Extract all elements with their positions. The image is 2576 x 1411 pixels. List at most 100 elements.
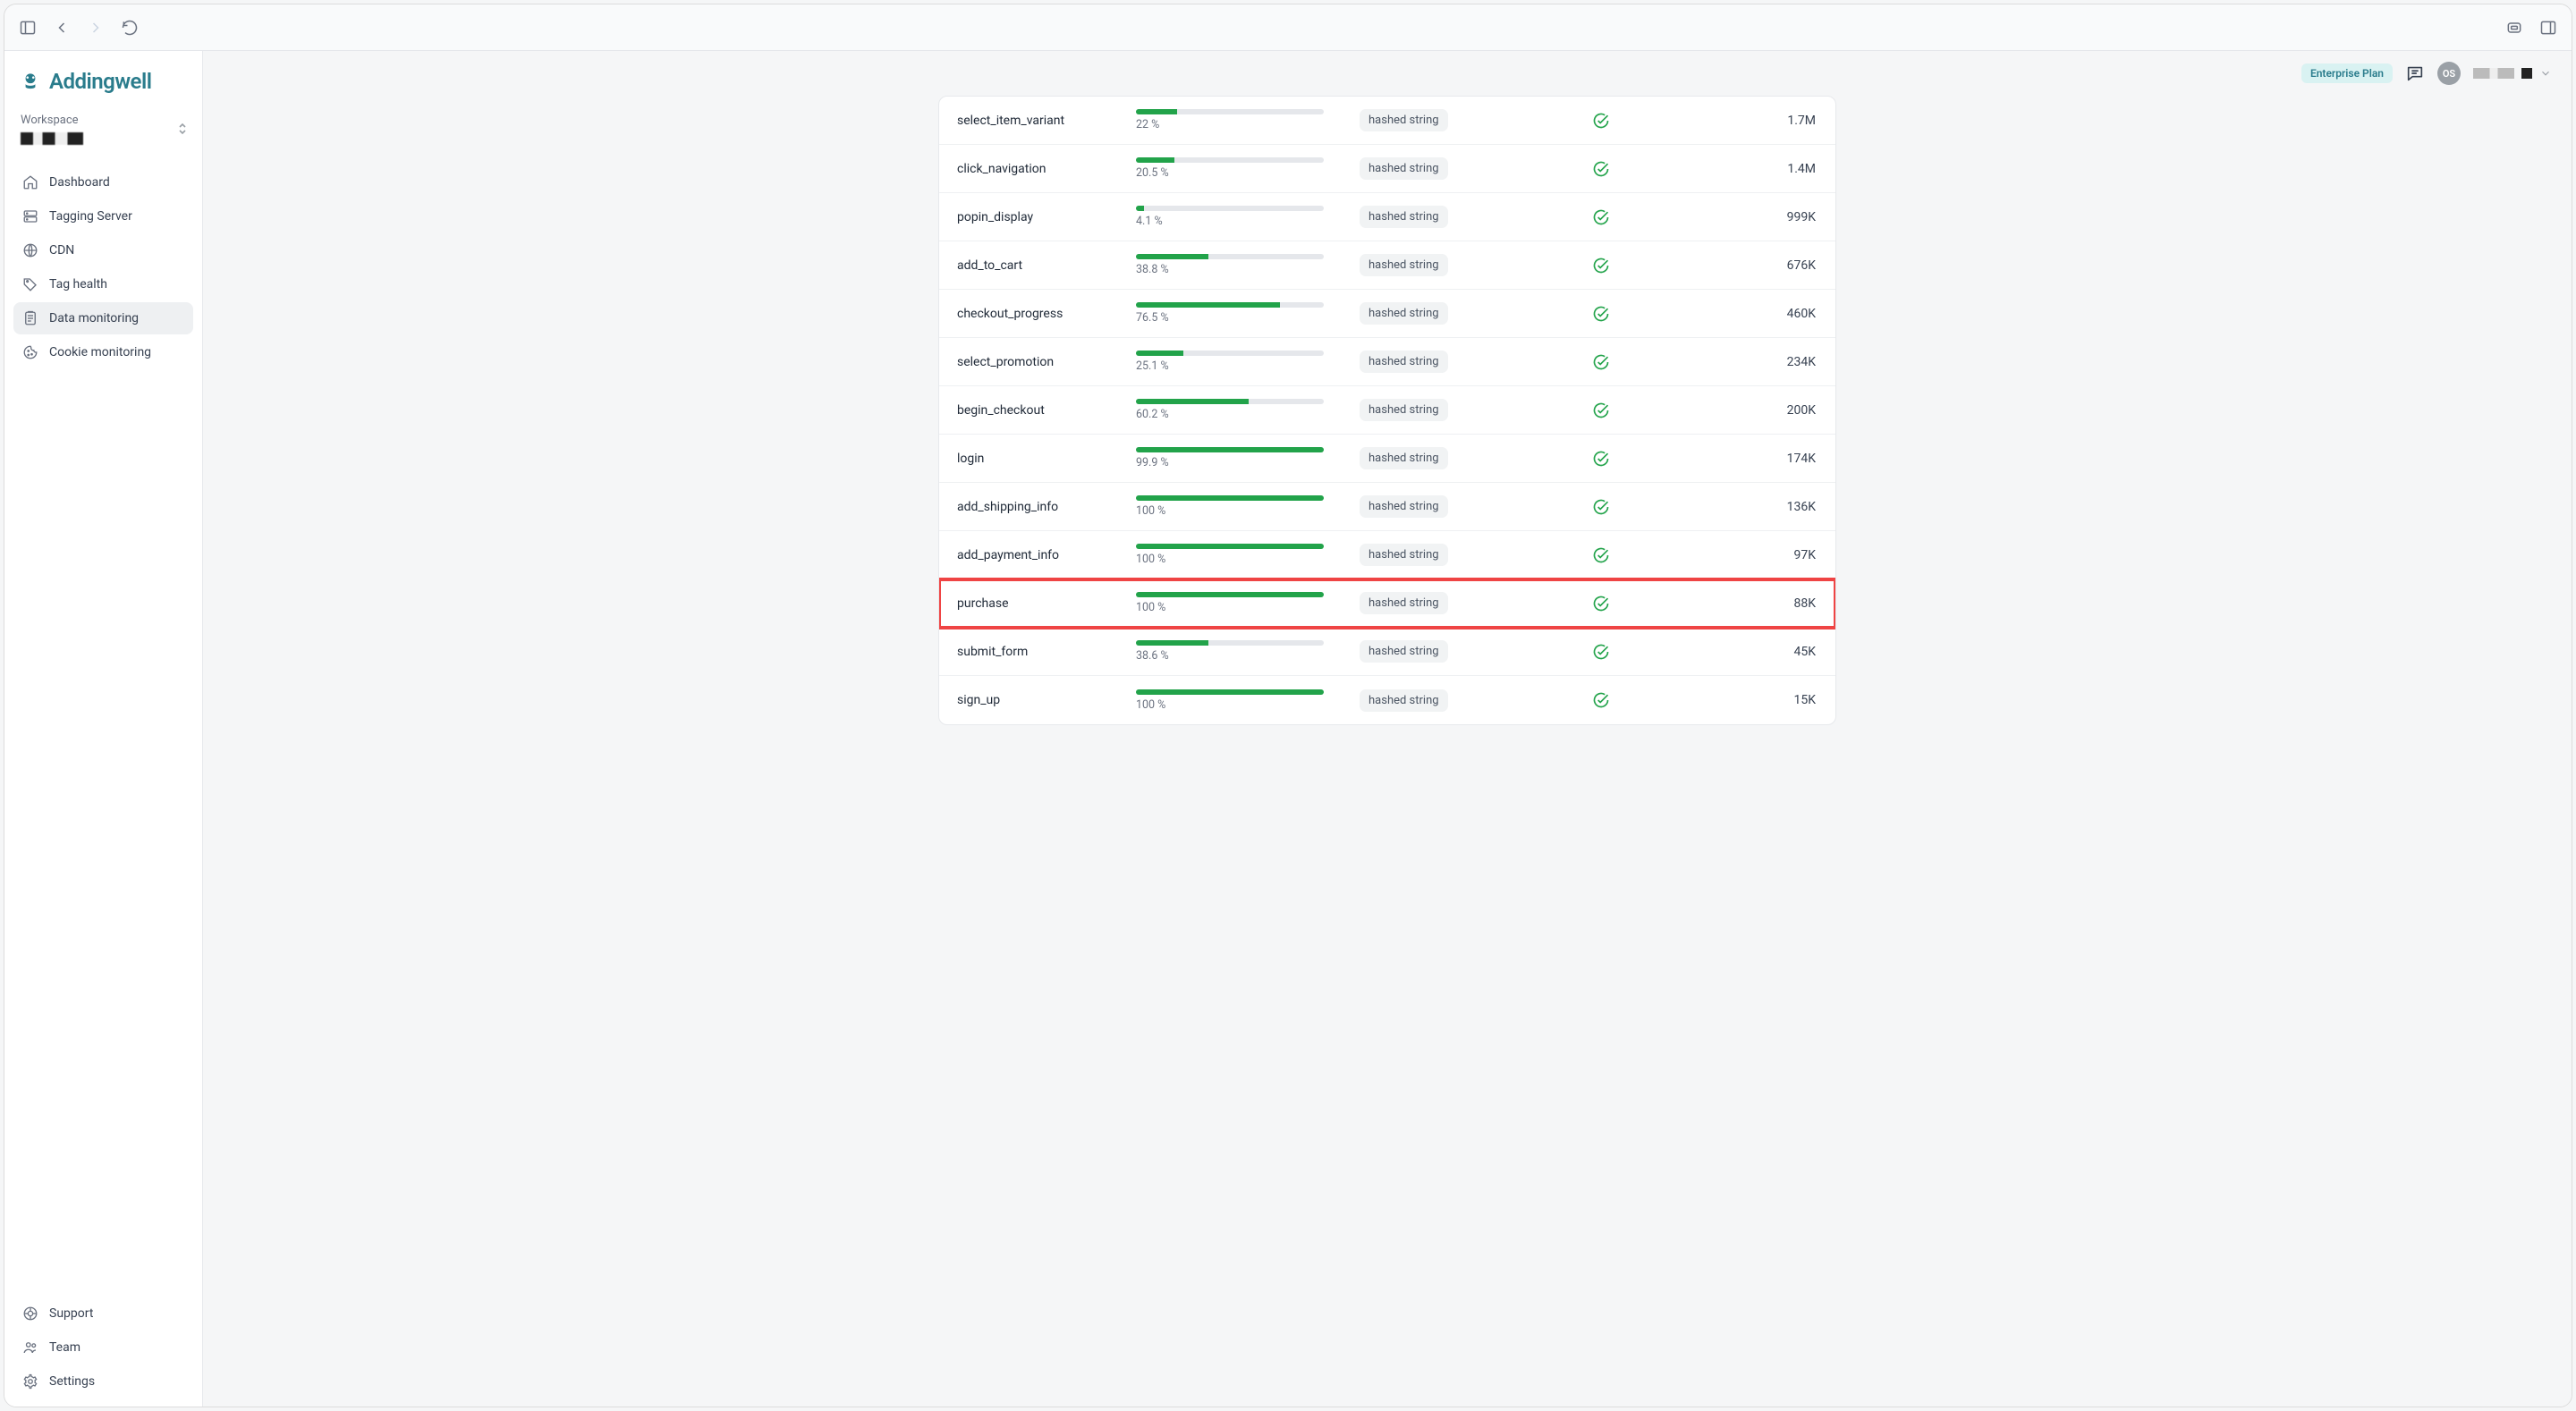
type-cell: hashed string (1360, 254, 1592, 276)
event-name: select_promotion (957, 355, 1136, 369)
status-cell (1592, 257, 1699, 275)
status-cell (1592, 450, 1699, 468)
workspace-selector[interactable]: Workspace (13, 103, 193, 157)
type-cell: hashed string (1360, 157, 1592, 180)
progress-label: 22 % (1136, 118, 1360, 131)
panel-right-icon[interactable] (2539, 19, 2557, 37)
type-pill: hashed string (1360, 544, 1448, 566)
sidebar-item-label: Dashboard (49, 175, 110, 190)
sidebar-footer-nav: Support Team Settings (13, 1297, 193, 1398)
table-row[interactable]: add_to_cart38.8 %hashed string676K (939, 241, 1835, 290)
type-pill: hashed string (1360, 495, 1448, 518)
progress-bar (1136, 206, 1324, 211)
progress-cell: 25.1 % (1136, 351, 1360, 373)
sidebar-item-tagging-server[interactable]: Tagging Server (13, 200, 193, 232)
status-cell (1592, 353, 1699, 371)
sidebar-item-support[interactable]: Support (13, 1297, 193, 1330)
event-name: sign_up (957, 693, 1136, 707)
reload-icon[interactable] (121, 19, 139, 37)
table-row[interactable]: add_shipping_info100 %hashed string136K (939, 483, 1835, 531)
progress-label: 100 % (1136, 698, 1360, 712)
extensions-icon[interactable] (2505, 19, 2523, 37)
check-circle-icon (1592, 112, 1610, 130)
progress-bar (1136, 254, 1324, 259)
progress-label: 100 % (1136, 553, 1360, 566)
event-name: begin_checkout (957, 403, 1136, 418)
progress-label: 76.5 % (1136, 311, 1360, 325)
sidebar-item-label: Team (49, 1340, 80, 1355)
progress-label: 100 % (1136, 504, 1360, 518)
type-cell: hashed string (1360, 399, 1592, 421)
type-cell: hashed string (1360, 302, 1592, 325)
account-switcher[interactable] (2473, 67, 2552, 80)
progress-label: 38.6 % (1136, 649, 1360, 663)
check-circle-icon (1592, 595, 1610, 613)
check-circle-icon (1592, 160, 1610, 178)
type-pill: hashed string (1360, 109, 1448, 131)
check-circle-icon (1592, 691, 1610, 709)
sidebar-item-tag-health[interactable]: Tag health (13, 268, 193, 300)
type-pill: hashed string (1360, 302, 1448, 325)
event-name: add_to_cart (957, 258, 1136, 273)
type-cell: hashed string (1360, 689, 1592, 712)
table-row[interactable]: click_navigation20.5 %hashed string1.4M (939, 145, 1835, 193)
table-row[interactable]: login99.9 %hashed string174K (939, 435, 1835, 483)
sidebar: Addingwell Workspace DashboardTagging Se… (4, 51, 203, 1407)
sidebar-item-label: Data monitoring (49, 311, 139, 325)
sidebar-item-label: Cookie monitoring (49, 345, 151, 359)
check-circle-icon (1592, 401, 1610, 419)
event-name: checkout_progress (957, 307, 1136, 321)
type-pill: hashed string (1360, 351, 1448, 373)
check-circle-icon (1592, 643, 1610, 661)
check-circle-icon (1592, 450, 1610, 468)
table-row[interactable]: purchase100 %hashed string88K (939, 579, 1835, 628)
sidebar-nav: Dashboard Tagging Server CDNTag health Data… (13, 166, 193, 368)
forward-icon[interactable] (87, 19, 105, 37)
plan-badge: Enterprise Plan (2301, 63, 2393, 83)
sidebar-item-dashboard[interactable]: Dashboard (13, 166, 193, 199)
type-pill: hashed string (1360, 206, 1448, 228)
brand-logo-icon (19, 70, 42, 93)
table-row[interactable]: add_payment_info100 %hashed string97K (939, 531, 1835, 579)
table-row[interactable]: checkout_progress76.5 %hashed string 460K (939, 290, 1835, 338)
type-cell: hashed string (1360, 351, 1592, 373)
chat-icon[interactable] (2405, 63, 2425, 83)
progress-bar (1136, 109, 1324, 114)
sidebar-item-cdn[interactable]: CDN (13, 234, 193, 266)
type-cell: hashed string (1360, 495, 1592, 518)
check-circle-icon (1592, 208, 1610, 226)
check-circle-icon (1592, 257, 1610, 275)
type-cell: hashed string (1360, 447, 1592, 469)
workspace-value (21, 132, 83, 145)
table-row[interactable]: select_promotion25.1 %hashed string234K (939, 338, 1835, 386)
table-row[interactable]: submit_form38.6 %hashed string45K (939, 628, 1835, 676)
progress-cell: 60.2 % (1136, 399, 1360, 421)
sidebar-toggle-icon[interactable] (19, 19, 37, 37)
table-row[interactable]: begin_checkout60.2 %hashed string200K (939, 386, 1835, 435)
workspace-label: Workspace (21, 114, 186, 127)
count-cell: 1.7M (1699, 114, 1818, 128)
table-row[interactable]: select_item_variant22 %hashed string1.7M (939, 97, 1835, 145)
sidebar-item-data-monitoring[interactable]: Data monitoring (13, 302, 193, 334)
progress-cell: 38.6 % (1136, 640, 1360, 663)
sidebar-item-cookie-monitoring[interactable]: Cookie monitoring (13, 336, 193, 368)
settings-icon (22, 1373, 38, 1390)
sidebar-item-team[interactable]: Team (13, 1331, 193, 1364)
count-cell: 460K (1699, 307, 1818, 321)
type-cell: hashed string (1360, 640, 1592, 663)
progress-label: 4.1 % (1136, 215, 1360, 228)
avatar[interactable]: OS (2437, 62, 2461, 85)
table-row[interactable]: popin_display4.1 %hashed string999K (939, 193, 1835, 241)
progress-bar (1136, 689, 1324, 695)
progress-bar (1136, 495, 1324, 501)
account-color-swatch (2521, 68, 2532, 79)
back-icon[interactable] (53, 19, 71, 37)
progress-label: 25.1 % (1136, 359, 1360, 373)
sidebar-item-label: Tagging Server (49, 209, 132, 224)
count-cell: 999K (1699, 210, 1818, 224)
sidebar-item-settings[interactable]: Settings (13, 1365, 193, 1398)
type-cell: hashed string (1360, 109, 1592, 131)
table-row[interactable]: sign_up100 %hashed string15K (939, 676, 1835, 724)
status-cell (1592, 401, 1699, 419)
count-cell: 174K (1699, 452, 1818, 466)
